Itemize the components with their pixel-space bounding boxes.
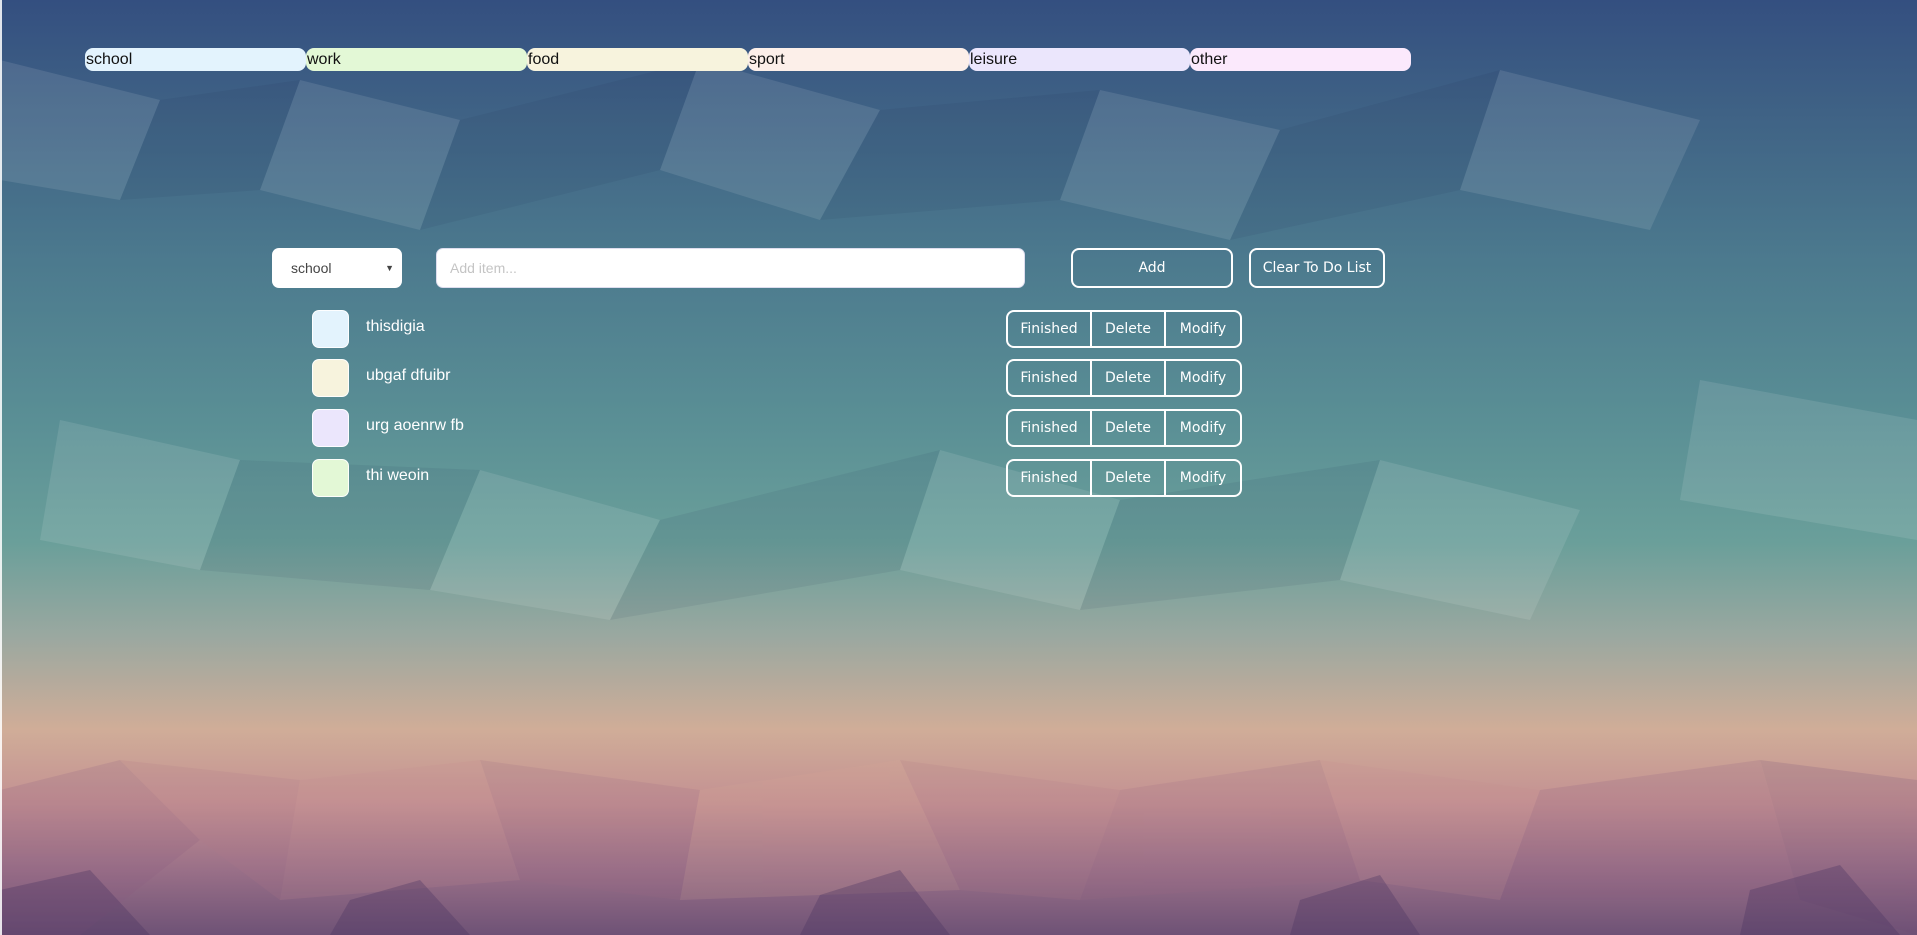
finished-button[interactable]: Finished	[1008, 461, 1092, 495]
chevron-down-icon: ▼	[385, 263, 394, 273]
todo-text: urg aoenrw fb	[366, 417, 464, 434]
delete-button[interactable]: Delete	[1092, 411, 1166, 445]
item-actions: Finished Delete Modify	[1006, 409, 1242, 447]
category-select-value: school	[291, 260, 332, 276]
todo-text: thi weoin	[366, 467, 430, 484]
item-actions: Finished Delete Modify	[1006, 359, 1242, 397]
category-food[interactable]: food	[527, 48, 748, 71]
clear-list-button[interactable]: Clear To Do List	[1249, 248, 1385, 288]
finished-button[interactable]: Finished	[1008, 312, 1092, 346]
todo-text: thisdigia	[366, 318, 425, 335]
modify-button[interactable]: Modify	[1166, 361, 1240, 395]
delete-button[interactable]: Delete	[1092, 361, 1166, 395]
list-item: thisdigia Finished Delete Modify	[312, 310, 1242, 348]
category-bar: school work food sport leisure other	[85, 48, 1411, 71]
list-item: thi weoin Finished Delete Modify	[312, 459, 1242, 497]
delete-button[interactable]: Delete	[1092, 461, 1166, 495]
todo-controls: school ▼ Add Clear To Do List	[272, 248, 1392, 288]
category-color-swatch[interactable]	[312, 359, 349, 397]
add-button[interactable]: Add	[1071, 248, 1233, 288]
category-color-swatch[interactable]	[312, 310, 349, 348]
finished-button[interactable]: Finished	[1008, 361, 1092, 395]
category-other[interactable]: other	[1190, 48, 1411, 71]
list-item: ubgaf dfuibr Finished Delete Modify	[312, 359, 1242, 397]
modify-button[interactable]: Modify	[1166, 411, 1240, 445]
category-school[interactable]: school	[85, 48, 306, 71]
window-edge	[0, 0, 2, 935]
modify-button[interactable]: Modify	[1166, 312, 1240, 346]
category-work[interactable]: work	[306, 48, 527, 71]
list-item: urg aoenrw fb Finished Delete Modify	[312, 409, 1242, 447]
delete-button[interactable]: Delete	[1092, 312, 1166, 346]
category-color-swatch[interactable]	[312, 459, 349, 497]
category-sport[interactable]: sport	[748, 48, 969, 71]
add-item-input[interactable]	[436, 248, 1025, 288]
category-color-swatch[interactable]	[312, 409, 349, 447]
finished-button[interactable]: Finished	[1008, 411, 1092, 445]
item-actions: Finished Delete Modify	[1006, 310, 1242, 348]
category-select[interactable]: school ▼	[272, 248, 402, 288]
item-actions: Finished Delete Modify	[1006, 459, 1242, 497]
todo-text: ubgaf dfuibr	[366, 367, 451, 384]
category-leisure[interactable]: leisure	[969, 48, 1190, 71]
modify-button[interactable]: Modify	[1166, 461, 1240, 495]
